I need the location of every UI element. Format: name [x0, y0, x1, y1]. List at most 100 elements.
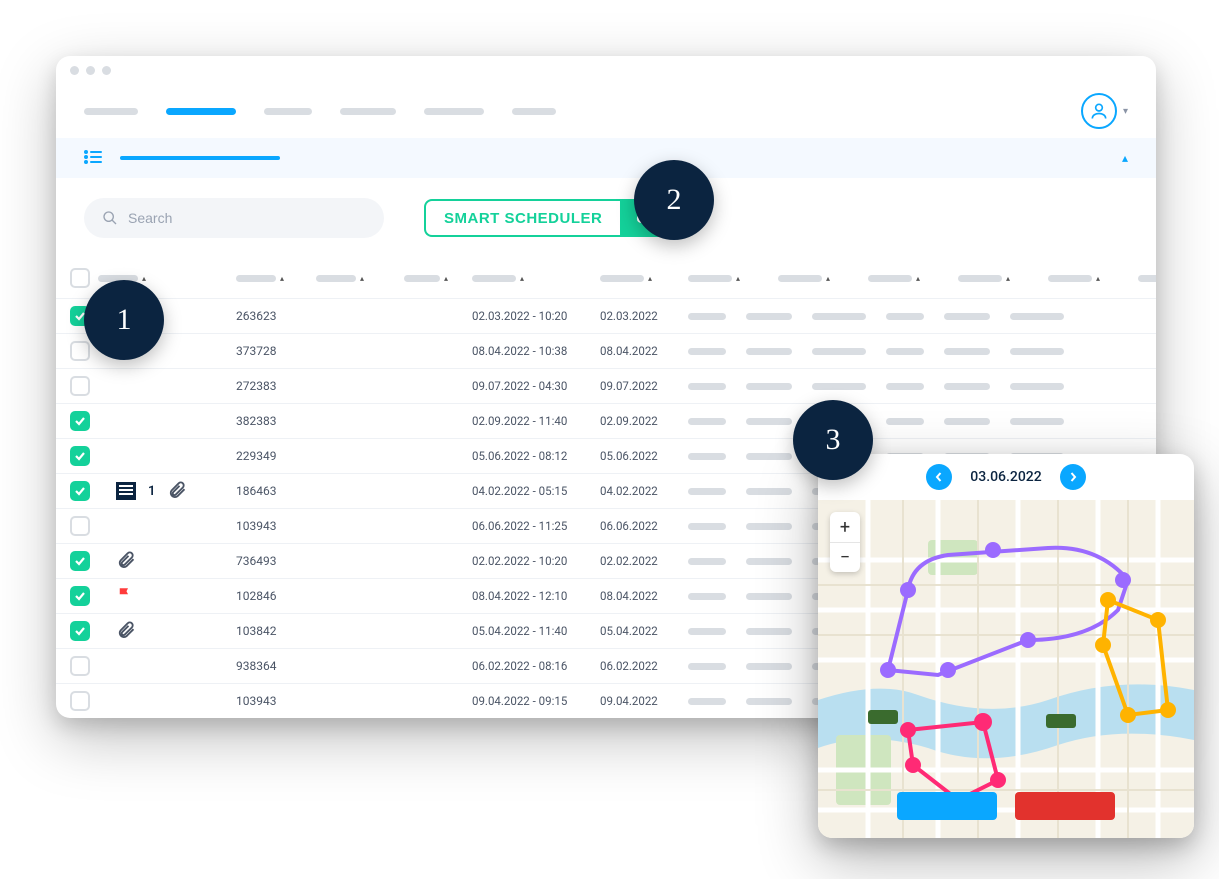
nav-item-active[interactable]: [166, 108, 236, 115]
toolbar: SMART SCHEDULER OK: [56, 178, 1156, 258]
collapse-icon[interactable]: ▴: [1122, 151, 1128, 165]
next-date-button[interactable]: [1060, 464, 1086, 490]
sort-icon[interactable]: ▴: [736, 274, 740, 283]
row-id: 263623: [236, 309, 308, 323]
column-header[interactable]: [778, 275, 822, 282]
row-checkbox[interactable]: [70, 551, 90, 571]
user-menu[interactable]: ▾: [1081, 93, 1128, 129]
cell-placeholder: [746, 418, 792, 425]
row-checkbox[interactable]: [70, 376, 90, 396]
column-header[interactable]: [472, 275, 516, 282]
cell-placeholder: [746, 628, 792, 635]
table-row[interactable]: 37372808.04.2022 - 10:3808.04.2022: [56, 333, 1156, 368]
smart-scheduler-button[interactable]: SMART SCHEDULER: [424, 199, 620, 237]
cell-placeholder: [944, 383, 990, 390]
row-checkbox[interactable]: [70, 341, 90, 361]
prev-date-button[interactable]: [926, 464, 952, 490]
row-checkbox[interactable]: [70, 691, 90, 711]
row-checkbox[interactable]: [70, 586, 90, 606]
row-date: 02.03.2022: [600, 309, 680, 323]
zoom-in-button[interactable]: +: [830, 512, 860, 542]
sort-icon[interactable]: ▴: [1006, 274, 1010, 283]
row-icons: [98, 586, 228, 607]
cell-placeholder: [688, 698, 726, 705]
cell-placeholder: [746, 523, 792, 530]
top-nav: ▾: [56, 84, 1156, 138]
row-id: 938364: [236, 659, 308, 673]
row-datetime: 09.04.2022 - 09:15: [472, 694, 592, 708]
table-row[interactable]: 263623 02.03.2022 - 10:20 02.03.2022: [56, 298, 1156, 333]
sort-icon[interactable]: ▴: [648, 274, 652, 283]
search-input[interactable]: [84, 198, 384, 238]
table-row[interactable]: 38238302.09.2022 - 11:4002.09.2022: [56, 403, 1156, 438]
row-id: 373728: [236, 344, 308, 358]
cell-placeholder: [746, 383, 792, 390]
sort-icon[interactable]: ▴: [1096, 274, 1100, 283]
cell-placeholder: [746, 348, 792, 355]
row-datetime: 02.02.2022 - 10:20: [472, 554, 592, 568]
sort-icon[interactable]: ▴: [520, 274, 524, 283]
sort-icon[interactable]: ▴: [916, 274, 920, 283]
row-icons: [98, 550, 228, 573]
row-checkbox[interactable]: [70, 656, 90, 676]
nav-item[interactable]: [84, 108, 138, 115]
row-datetime: 02.03.2022 - 10:20: [472, 309, 592, 323]
column-header[interactable]: [1138, 275, 1156, 282]
column-header[interactable]: [1048, 275, 1092, 282]
attachment-icon[interactable]: [116, 550, 136, 573]
avatar-icon: [1081, 93, 1117, 129]
column-header[interactable]: [404, 275, 440, 282]
flag-icon[interactable]: [116, 586, 134, 607]
row-date: 04.02.2022: [600, 484, 680, 498]
row-checkbox[interactable]: [70, 621, 90, 641]
row-date: 02.09.2022: [600, 414, 680, 428]
map-secondary-button[interactable]: [1015, 792, 1115, 820]
column-header[interactable]: [958, 275, 1002, 282]
select-all-checkbox[interactable]: [70, 268, 90, 288]
sort-icon[interactable]: ▴: [826, 274, 830, 283]
map-primary-button[interactable]: [897, 792, 997, 820]
row-id: 272383: [236, 379, 308, 393]
column-header[interactable]: [236, 275, 276, 282]
nav-item[interactable]: [512, 108, 556, 115]
nav-item[interactable]: [424, 108, 484, 115]
nav-item[interactable]: [340, 108, 396, 115]
cell-placeholder: [688, 313, 726, 320]
sort-icon[interactable]: ▴: [444, 274, 448, 283]
sort-icon[interactable]: ▴: [360, 274, 364, 283]
table-row[interactable]: 27238309.07.2022 - 04:3009.07.2022: [56, 368, 1156, 403]
attachment-icon[interactable]: [167, 480, 187, 503]
chevron-down-icon: ▾: [1123, 106, 1128, 117]
cell-placeholder: [944, 418, 990, 425]
row-date: 08.04.2022: [600, 344, 680, 358]
sort-icon[interactable]: ▴: [142, 274, 146, 283]
column-header[interactable]: [688, 275, 732, 282]
cell-placeholder: [688, 663, 726, 670]
zoom-out-button[interactable]: −: [830, 542, 860, 572]
row-checkbox[interactable]: [70, 516, 90, 536]
list-icon[interactable]: [84, 148, 102, 169]
search-field[interactable]: [128, 210, 366, 226]
column-header[interactable]: [868, 275, 912, 282]
cell-placeholder: [688, 523, 726, 530]
nav-item[interactable]: [264, 108, 312, 115]
sort-icon[interactable]: ▴: [280, 274, 284, 283]
attachment-icon[interactable]: [116, 620, 136, 643]
map-canvas[interactable]: + −: [818, 500, 1194, 838]
cell-placeholder: [688, 418, 726, 425]
row-date: 06.02.2022: [600, 659, 680, 673]
column-header[interactable]: [600, 275, 644, 282]
note-icon[interactable]: [116, 482, 136, 500]
row-id: 103842: [236, 624, 308, 638]
column-header[interactable]: [316, 275, 356, 282]
row-datetime: 05.06.2022 - 08:12: [472, 449, 592, 463]
row-id: 229349: [236, 449, 308, 463]
row-checkbox[interactable]: [70, 411, 90, 431]
row-datetime: 02.09.2022 - 11:40: [472, 414, 592, 428]
map-zoom-controls: + −: [830, 512, 860, 572]
row-datetime: 08.04.2022 - 12:10: [472, 589, 592, 603]
map-date-nav: 03.06.2022: [818, 454, 1194, 500]
cell-placeholder: [688, 488, 726, 495]
row-checkbox[interactable]: [70, 481, 90, 501]
row-checkbox[interactable]: [70, 446, 90, 466]
